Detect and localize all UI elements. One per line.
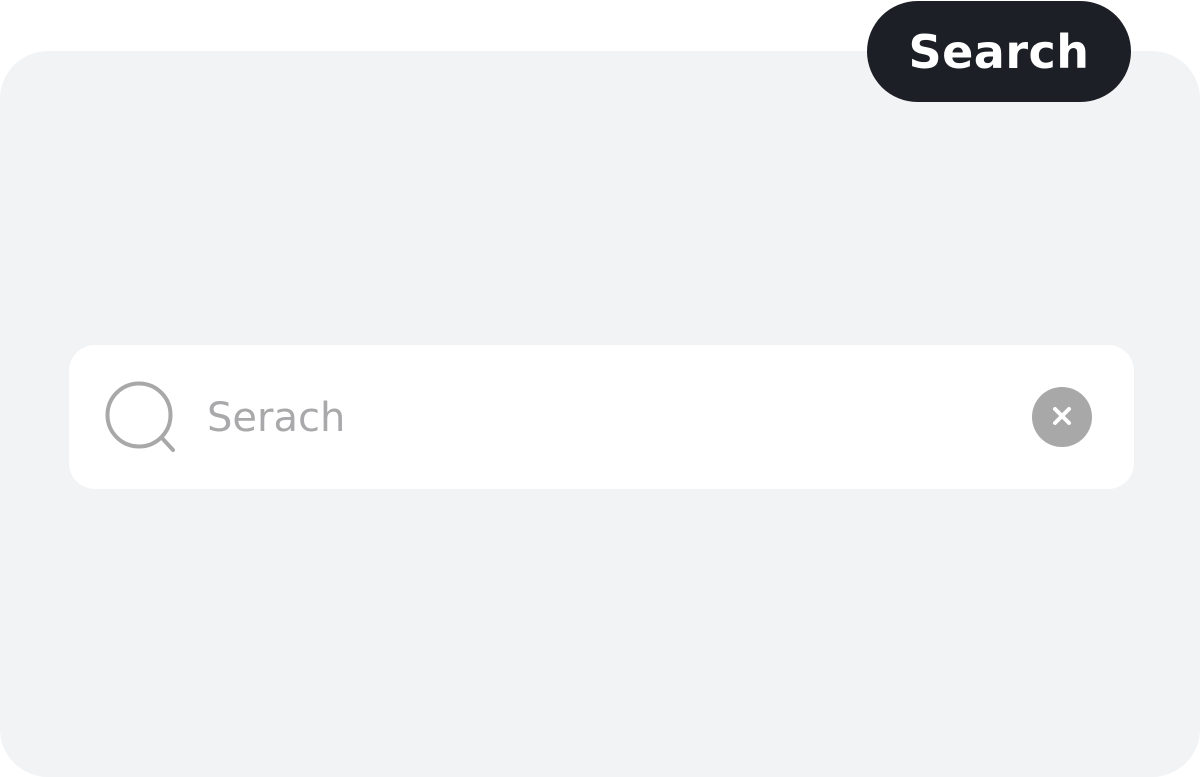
search-input[interactable] <box>207 387 1007 449</box>
search-icon <box>104 380 178 454</box>
search-title-badge: Search <box>867 1 1131 102</box>
clear-search-button[interactable] <box>1032 387 1092 447</box>
close-icon <box>1050 404 1074 431</box>
page: Search <box>0 0 1200 777</box>
